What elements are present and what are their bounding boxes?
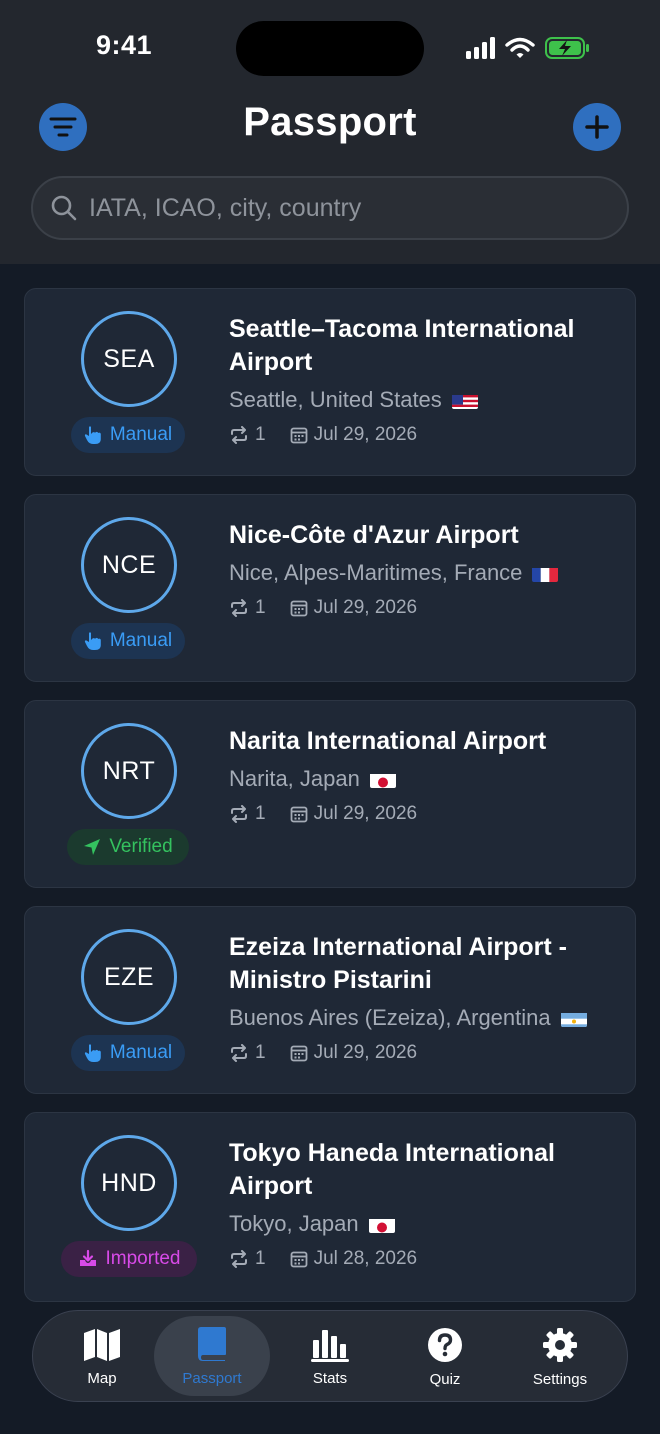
airport-name: Tokyo Haneda International Airport	[229, 1139, 555, 1200]
location-text: Seattle, United States	[229, 387, 442, 412]
tab-stats[interactable]: Stats	[272, 1311, 388, 1403]
repeat-icon	[231, 599, 247, 617]
visit-meta: 1 Jul 29, 2026	[229, 803, 417, 825]
visit-date: Jul 28, 2026	[313, 1248, 418, 1269]
page-title: Passport	[243, 100, 417, 144]
tab-label: Map	[87, 1369, 117, 1387]
location-text: Nice, Alpes-Maritimes, France	[229, 560, 523, 585]
airport-location: Buenos Aires (Ezeiza), Argentina	[229, 1005, 587, 1031]
calendar-icon	[290, 600, 307, 617]
airport-location: Tokyo, Japan	[229, 1211, 395, 1237]
visit-count: 1	[255, 597, 266, 618]
visit-count: 1	[255, 803, 266, 824]
hand-pointer-icon	[84, 1044, 101, 1062]
dynamic-island	[236, 21, 424, 76]
location-text: Tokyo, Japan	[229, 1211, 359, 1236]
fr-flag-icon	[532, 565, 559, 582]
search-input[interactable]	[89, 193, 589, 223]
header: 9:41 Passport	[0, 0, 660, 264]
airport-code-badge: HND	[81, 1135, 177, 1231]
battery-charging-icon	[545, 37, 589, 59]
airport-card-sea[interactable]: SEA Manual Seattle–Tacoma International …	[24, 288, 636, 476]
tab-label: Settings	[532, 1370, 588, 1388]
wifi-icon	[505, 37, 535, 58]
visit-count: 1	[255, 424, 266, 445]
airport-card-hnd[interactable]: HND Imported Tokyo Haneda International …	[24, 1112, 636, 1302]
airport-location: Seattle, United States	[229, 387, 478, 413]
airport-card-eze[interactable]: EZE Manual Ezeiza International Airport …	[24, 906, 636, 1094]
visit-date: Jul 29, 2026	[313, 597, 418, 618]
jp-flag-icon	[368, 1216, 395, 1233]
airport-code-badge: SEA	[81, 311, 177, 407]
visit-count: 1	[255, 1248, 266, 1269]
tray-download-icon	[79, 1249, 96, 1266]
airport-code-badge: NCE	[81, 517, 177, 613]
visit-meta: 1 Jul 28, 2026	[229, 1248, 417, 1270]
jp-flag-icon	[369, 771, 396, 788]
status-time: 9:41	[96, 30, 153, 60]
us-flag-icon	[451, 392, 478, 409]
repeat-icon	[231, 1250, 247, 1268]
tab-settings[interactable]: Settings	[502, 1311, 618, 1403]
airport-location: Narita, Japan	[229, 766, 396, 792]
tab-passport[interactable]: Passport	[154, 1316, 270, 1396]
bar-chart-icon	[311, 1329, 349, 1362]
badge-label: Manual	[109, 424, 173, 445]
tab-map[interactable]: Map	[44, 1311, 160, 1403]
location-text: Narita, Japan	[229, 766, 360, 791]
ar-flag-icon	[560, 1010, 587, 1027]
calendar-icon	[290, 1045, 307, 1062]
hand-pointer-icon	[84, 632, 101, 650]
search-icon	[51, 195, 77, 221]
badge-label: Imported	[105, 1248, 181, 1269]
repeat-icon	[231, 805, 247, 823]
tab-label: Passport	[182, 1369, 242, 1387]
airport-name: Narita International Airport	[229, 727, 547, 755]
status-badge-verified: Verified	[67, 829, 189, 865]
visit-meta: 1 Jul 29, 2026	[229, 597, 417, 619]
tab-bar: Map Passport Stats Quiz Settings	[32, 1310, 628, 1402]
tab-label: Quiz	[429, 1370, 461, 1388]
airport-code-badge: NRT	[81, 723, 177, 819]
visit-count: 1	[255, 1042, 266, 1063]
add-airport-button[interactable]	[573, 103, 621, 151]
question-icon	[428, 1327, 462, 1362]
plus-icon	[585, 115, 609, 139]
calendar-icon	[290, 1251, 307, 1268]
search-bar[interactable]	[31, 176, 629, 240]
visit-date: Jul 29, 2026	[313, 1042, 418, 1063]
location-arrow-icon	[84, 839, 101, 855]
tab-label: Stats	[312, 1369, 348, 1387]
airport-code-badge: EZE	[81, 929, 177, 1025]
status-badge-imported: Imported	[61, 1241, 197, 1277]
visit-date: Jul 29, 2026	[313, 424, 418, 445]
badge-label: Manual	[109, 630, 173, 651]
location-text: Buenos Aires (Ezeiza), Argentina	[229, 1005, 551, 1030]
airport-card-nce[interactable]: NCE Manual Nice-Côte d'Azur Airport Nice…	[24, 494, 636, 682]
status-badge-manual: Manual	[71, 1035, 185, 1071]
repeat-icon	[231, 426, 247, 444]
status-icons	[466, 34, 591, 62]
visit-date: Jul 29, 2026	[313, 803, 418, 824]
airport-card-nrt[interactable]: NRT Verified Narita International Airpor…	[24, 700, 636, 888]
airport-name: Nice-Côte d'Azur Airport	[229, 521, 519, 549]
airport-location: Nice, Alpes-Maritimes, France	[229, 560, 559, 586]
repeat-icon	[231, 1044, 247, 1062]
airport-name: Ezeiza International Airport - Ministro …	[229, 933, 568, 994]
book-icon	[198, 1326, 226, 1361]
badge-label: Manual	[109, 1042, 173, 1063]
status-badge-manual: Manual	[71, 417, 185, 453]
gear-icon	[543, 1327, 577, 1362]
visit-meta: 1 Jul 29, 2026	[229, 1042, 417, 1064]
cellular-signal-icon	[466, 37, 495, 59]
map-icon	[84, 1328, 120, 1361]
badge-label: Verified	[109, 836, 173, 857]
airport-name: Seattle–Tacoma International Airport	[229, 315, 575, 376]
status-badge-manual: Manual	[71, 623, 185, 659]
visit-meta: 1 Jul 29, 2026	[229, 424, 417, 446]
calendar-icon	[290, 806, 307, 823]
hand-pointer-icon	[84, 426, 101, 444]
tab-quiz[interactable]: Quiz	[387, 1311, 503, 1403]
calendar-icon	[290, 427, 307, 444]
